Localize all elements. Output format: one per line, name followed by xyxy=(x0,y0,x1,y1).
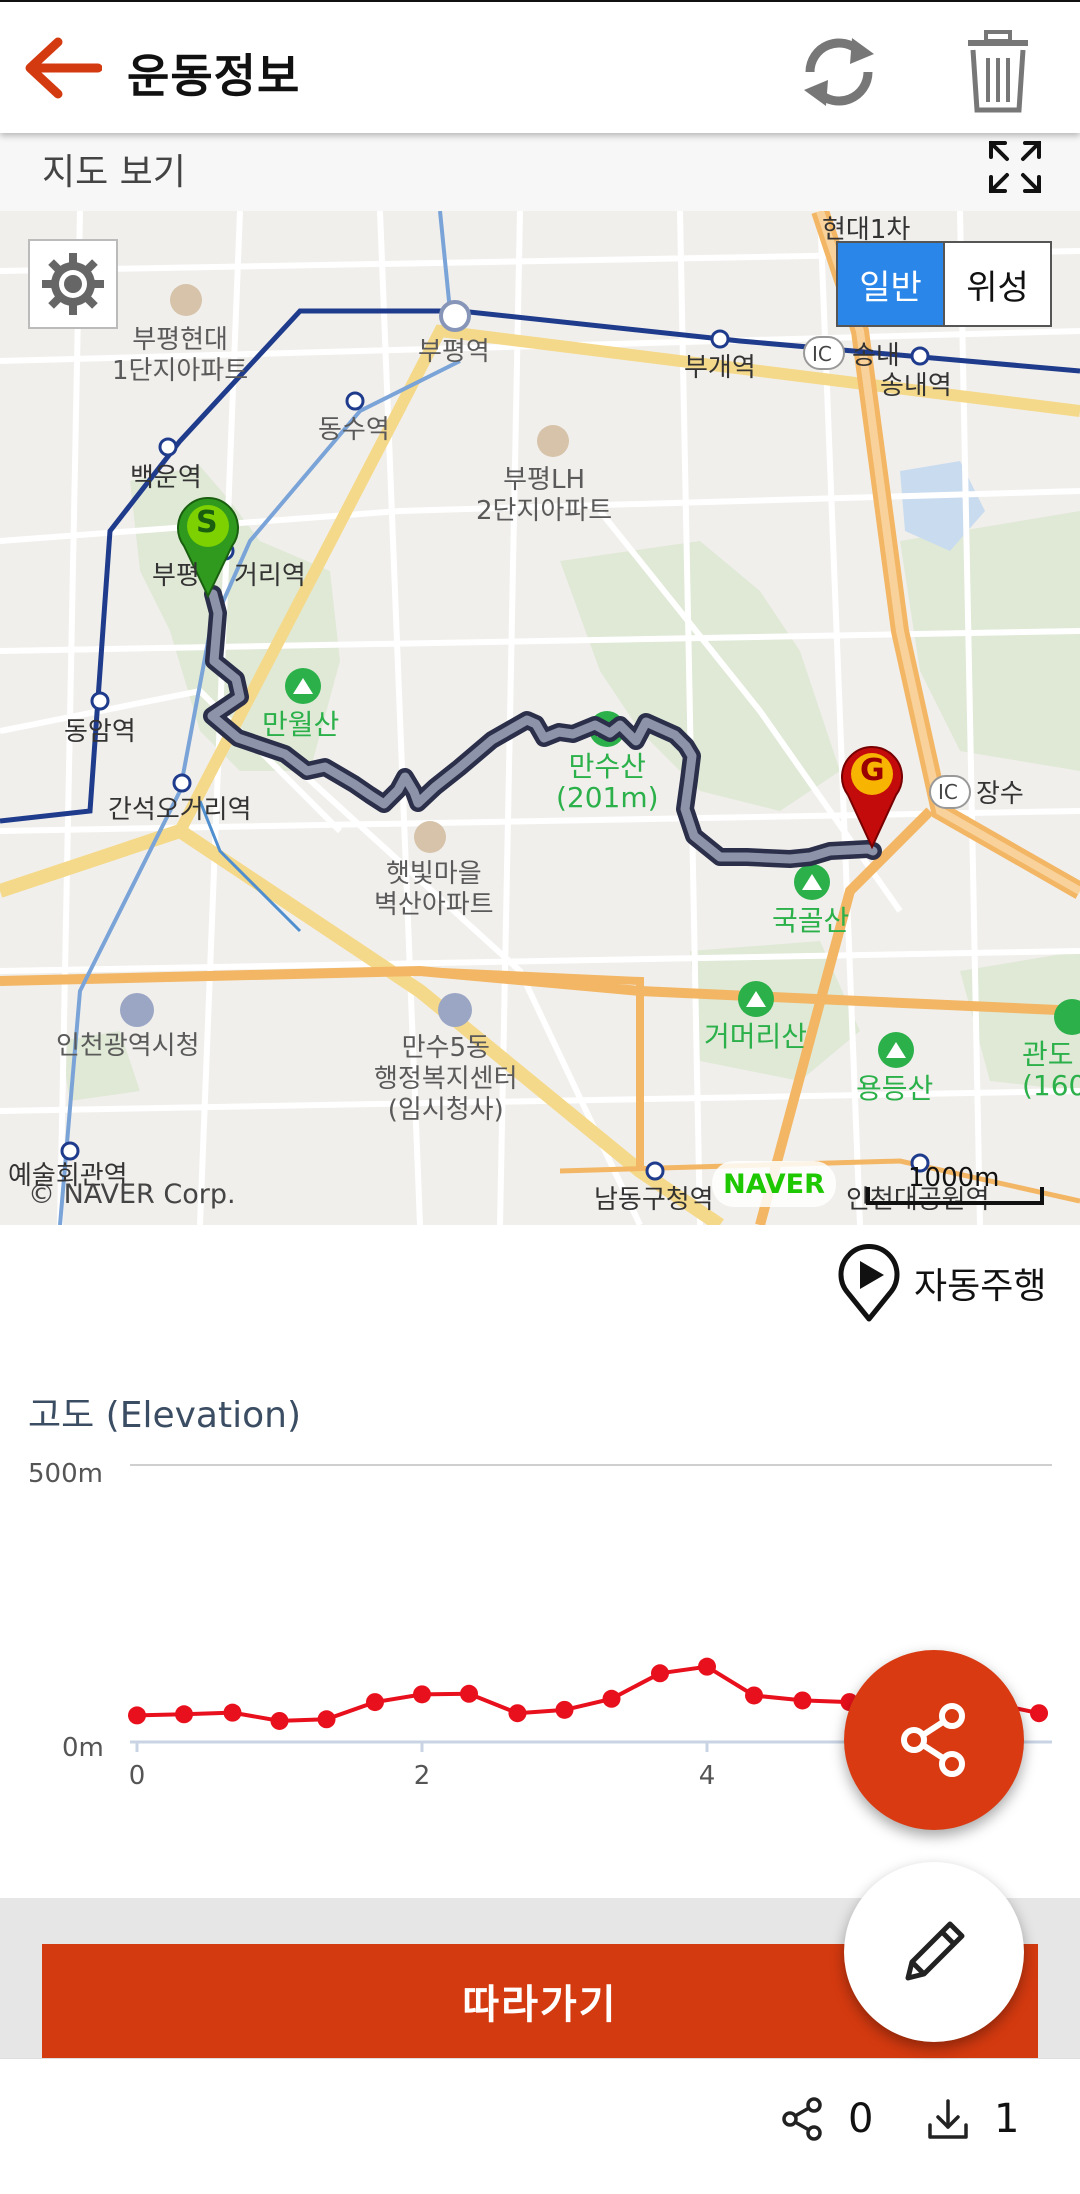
map-type-toggle: 일반 위성 xyxy=(836,241,1052,327)
map-label: 부평현대 1단지아파트 xyxy=(112,325,249,386)
elevation-data-point xyxy=(365,1693,384,1712)
trash-icon xyxy=(968,30,1028,113)
elevation-data-point xyxy=(460,1684,479,1703)
map-label: 거머리산 xyxy=(704,1020,808,1053)
back-arrow-icon xyxy=(25,37,103,99)
elevation-data-point xyxy=(602,1689,621,1708)
goal-marker-label: G xyxy=(860,753,885,788)
map-label: 부개역 xyxy=(684,353,756,383)
refresh-button[interactable] xyxy=(796,32,882,112)
autoplay-button[interactable]: 자동주행 xyxy=(836,1243,1046,1323)
map-label: 인천광역시청 xyxy=(56,1031,200,1061)
elevation-data-point xyxy=(175,1705,194,1724)
map-label: 거리역 xyxy=(234,561,306,591)
elevation-data-point xyxy=(793,1691,812,1710)
map-type-normal[interactable]: 일반 xyxy=(838,243,943,325)
download-icon xyxy=(928,2099,968,2139)
autoplay-label: 자동주행 xyxy=(914,1266,1047,1307)
map-label: 부평 xyxy=(152,561,200,591)
refresh-icon xyxy=(804,38,874,106)
chart-title: 고도 (Elevation) xyxy=(28,1395,301,1436)
delete-button[interactable] xyxy=(960,26,1036,116)
x-tick-label: 2 xyxy=(414,1761,431,1791)
page-title: 운동정보 xyxy=(127,49,301,103)
elevation-data-point xyxy=(650,1664,669,1683)
map-label: 만수5동 행정복지센터 (임시청사) xyxy=(374,1033,518,1125)
ic-badge-label: IC xyxy=(938,780,958,804)
gear-icon xyxy=(42,253,104,315)
elevation-data-point xyxy=(413,1685,431,1704)
download-count[interactable]: 1 xyxy=(924,2095,1019,2143)
map-label: 만월산 xyxy=(262,708,340,741)
elevation-data-point xyxy=(555,1700,574,1719)
map-label: 햇빛마을 벽산아파트 xyxy=(374,859,494,920)
fullscreen-button[interactable] xyxy=(985,137,1045,197)
map-label: 동암역 xyxy=(64,717,136,747)
map-label: 송내역 xyxy=(880,371,952,401)
elevation-data-point xyxy=(698,1657,716,1676)
map-label: 용등산 xyxy=(856,1072,934,1105)
bottom-stats-bar: 0 1 xyxy=(0,2058,1080,2194)
map-section-header: 지도 보기 xyxy=(0,133,1080,211)
map-type-satellite[interactable]: 위성 xyxy=(943,243,1050,325)
map-section-label: 지도 보기 xyxy=(42,152,186,193)
elevation-data-point xyxy=(128,1706,146,1725)
app-header: 운동정보 xyxy=(0,0,1080,133)
map-label: 장수 xyxy=(976,779,1024,809)
y-tick-label: 0m xyxy=(62,1733,104,1763)
map-label: 동수역 xyxy=(318,415,390,445)
share-count[interactable]: 0 xyxy=(778,2095,873,2143)
elevation-data-point xyxy=(1030,1704,1049,1723)
elevation-data-point xyxy=(745,1686,764,1705)
map-label: 국골산 xyxy=(772,904,850,937)
share-fab[interactable] xyxy=(844,1650,1024,1830)
share-icon xyxy=(901,1703,965,1777)
elevation-data-point xyxy=(270,1711,289,1730)
map-copyright: © NAVER Corp. xyxy=(28,1179,236,1210)
ic-badge-label: IC xyxy=(812,342,832,366)
map-label: 부평역 xyxy=(418,337,490,367)
elevation-data-point xyxy=(508,1704,527,1723)
map-settings-button[interactable] xyxy=(28,239,118,329)
play-location-icon xyxy=(838,1243,900,1322)
elevation-data-point xyxy=(317,1710,336,1729)
back-button[interactable] xyxy=(22,32,103,104)
map-label: 부평LH 2단지아파트 xyxy=(476,465,613,526)
download-count-value: 1 xyxy=(994,2096,1020,2142)
map-label: 간석오거리역 xyxy=(108,795,252,825)
x-tick-label: 4 xyxy=(699,1761,716,1791)
elevation-data-point xyxy=(223,1703,242,1722)
y-tick-label: 500m xyxy=(28,1459,103,1489)
pencil-icon xyxy=(905,1921,965,1981)
map-label: 관도 (160 xyxy=(1022,1038,1080,1102)
share-icon xyxy=(782,2097,822,2141)
map-label: 백운역 xyxy=(130,463,202,493)
map-scale-bar xyxy=(866,1187,1044,1205)
fullscreen-icon xyxy=(989,141,1041,193)
edit-fab[interactable] xyxy=(844,1862,1024,2042)
share-count-value: 0 xyxy=(848,2096,874,2142)
x-tick-label: 0 xyxy=(129,1761,146,1791)
map-label: 송내 xyxy=(852,341,900,371)
map-label: 남동구청역 xyxy=(594,1185,714,1215)
map-label: 만수산 (201m) xyxy=(556,750,659,814)
start-marker-label: S xyxy=(196,505,218,540)
naver-logo: NAVER xyxy=(712,1161,836,1207)
route-map[interactable]: S G 현대1차 부평현대 1단지아파트 부평역 부개역 IC 송내 송내역 동… xyxy=(0,211,1080,1225)
